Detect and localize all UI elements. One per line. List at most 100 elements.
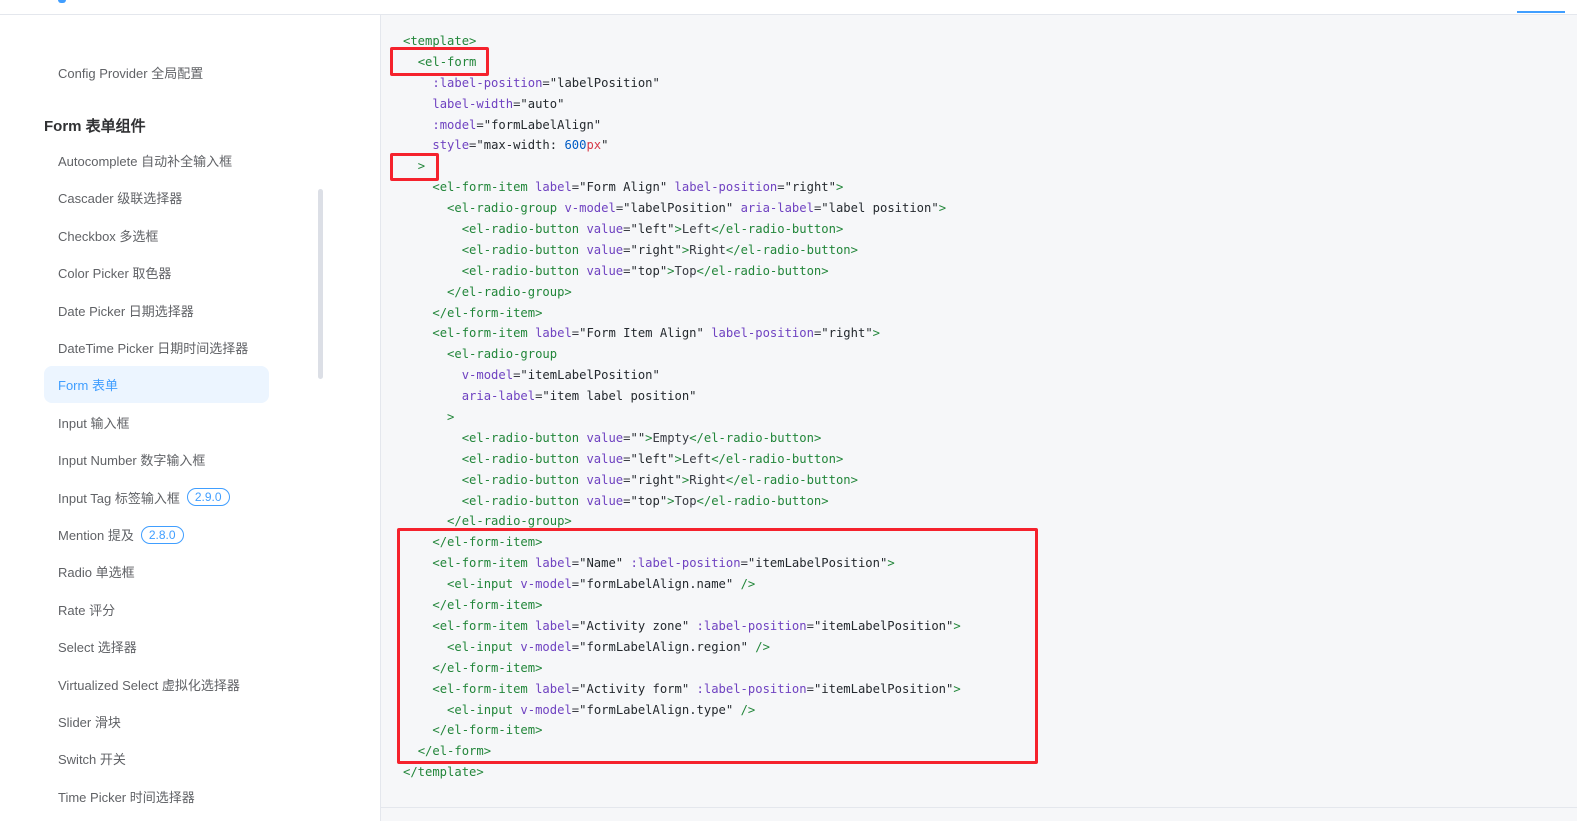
sidebar-item[interactable]: Mention 提及 2.8.0 xyxy=(44,516,269,553)
code-token: "item label position" xyxy=(542,389,697,404)
sidebar-item[interactable]: Time Picker 时间选择器 xyxy=(44,778,269,815)
code-token: label xyxy=(535,180,572,195)
code-token: = xyxy=(542,75,550,90)
sidebar-item-label: Time Picker 时间选择器 xyxy=(58,789,195,805)
code-token: value xyxy=(586,242,624,257)
sidebar-item-label: Mention 提及 xyxy=(58,528,134,543)
code-token: v-model xyxy=(564,201,616,216)
sidebar-item[interactable]: Form 表单 xyxy=(44,366,269,404)
sidebar-item-config-provider[interactable]: Config Provider 全局配置 xyxy=(44,54,269,91)
sidebar-item-label: DateTime Picker 日期时间选择器 xyxy=(58,341,249,356)
code-token: > xyxy=(447,410,455,425)
sidebar-item[interactable]: Switch 开关 xyxy=(44,740,269,777)
code-token: label-position xyxy=(674,180,778,195)
code-token: :label-position xyxy=(432,75,543,90)
sidebar-item[interactable]: Input Number 数字输入框 xyxy=(44,441,269,478)
sidebar-item[interactable]: Slider 滑块 xyxy=(44,703,269,740)
code-line: <el-radio-group xyxy=(403,344,961,365)
sidebar-scrollbar[interactable] xyxy=(318,189,323,379)
code-token: Top xyxy=(674,263,697,278)
code-token: "left" xyxy=(630,451,675,466)
sidebar-item[interactable]: Select 选择器 xyxy=(44,628,269,665)
code-token: "labelPosition" xyxy=(623,201,734,216)
sidebar-item-label: Checkbox 多选框 xyxy=(58,228,159,244)
sidebar-item[interactable]: Input Tag 标签输入框 2.9.0 xyxy=(44,479,269,516)
sidebar-item[interactable]: Input 输入框 xyxy=(44,404,269,441)
sidebar-item[interactable]: Color Picker 取色器 xyxy=(44,254,269,291)
sidebar-item[interactable]: Cascader 级联选择器 xyxy=(44,179,269,216)
version-badge: 2.8.0 xyxy=(140,525,184,544)
sidebar-item[interactable]: DateTime Picker 日期时间选择器 xyxy=(44,329,269,366)
code-token: </el-radio-button> xyxy=(689,430,822,445)
code-token: <el-radio-button xyxy=(461,222,580,237)
code-token: Left xyxy=(681,222,712,237)
code-token: Left xyxy=(681,451,712,466)
code-token: value xyxy=(586,430,624,445)
code-token: </el-form-item> xyxy=(432,305,543,320)
logo-fragment xyxy=(58,0,66,3)
code-token: value xyxy=(586,263,624,278)
sidebar-item-label: Virtualized Select 虚拟化选择器 xyxy=(58,677,240,693)
sidebar-item-label: Cascader 级联选择器 xyxy=(58,191,183,207)
code-token: <el-radio-group xyxy=(447,201,558,216)
sidebar-item-label: Color Picker 取色器 xyxy=(58,266,172,282)
sidebar-item[interactable]: Rate 评分 xyxy=(44,591,269,628)
sidebar-item[interactable]: Checkbox 多选框 xyxy=(44,217,269,254)
version-badge: 2.9.0 xyxy=(186,488,230,507)
code-token: "formLabelAlign" xyxy=(483,117,602,132)
code-line: <el-radio-button value="">Empty</el-radi… xyxy=(403,428,961,449)
code-line: :model="formLabelAlign" xyxy=(403,115,961,136)
code-token: "auto" xyxy=(520,96,565,111)
code-token: "right" xyxy=(784,180,836,195)
code-token: > xyxy=(667,493,675,508)
code-token: = xyxy=(476,117,484,132)
code-token: </el-radio-button> xyxy=(696,493,829,508)
code-token: "itemLabelPosition" xyxy=(520,368,660,383)
code-token: v-model xyxy=(461,368,514,383)
sidebar-item[interactable]: Virtualized Select 虚拟化选择器 xyxy=(44,666,269,703)
code-token: "top" xyxy=(630,493,668,508)
code-token: = xyxy=(777,180,785,195)
code-line: <el-radio-button value="left">Left</el-r… xyxy=(403,449,961,470)
divider xyxy=(381,807,1577,808)
sidebar-item[interactable]: Radio 单选框 xyxy=(44,553,269,590)
code-token: > xyxy=(667,263,675,278)
code-line: > xyxy=(403,407,961,428)
code-token: <el-radio-button xyxy=(461,430,580,445)
code-token: style xyxy=(432,138,470,153)
code-token: > xyxy=(835,180,844,195)
sidebar-item-label: Autocomplete 自动补全输入框 xyxy=(58,154,233,169)
sidebar-item-label: Form 表单 xyxy=(58,378,118,394)
code-token: > xyxy=(674,222,682,237)
code-token: </el-radio-group> xyxy=(447,514,572,529)
sidebar-item[interactable]: Autocomplete 自动补全输入框 xyxy=(44,142,269,179)
sidebar-item[interactable]: Date Picker 日期选择器 xyxy=(44,292,269,329)
code-line: <el-form-item label="Form Item Align" la… xyxy=(403,323,961,344)
sidebar-item-label: Input Number 数字输入框 xyxy=(58,453,206,469)
code-token: </el-radio-button> xyxy=(711,451,844,466)
code-line: aria-label="item label position" xyxy=(403,386,961,407)
code-token: label xyxy=(535,326,572,341)
code-line: <el-radio-button value="right">Right</el… xyxy=(403,470,961,491)
sidebar-item-label: Radio 单选框 xyxy=(58,565,135,581)
code-token: Right xyxy=(689,242,726,257)
code-token: </el-radio-button> xyxy=(696,263,829,278)
code-line: <el-radio-group v-model="labelPosition" … xyxy=(403,198,961,219)
code-token: </el-radio-group> xyxy=(447,284,572,299)
